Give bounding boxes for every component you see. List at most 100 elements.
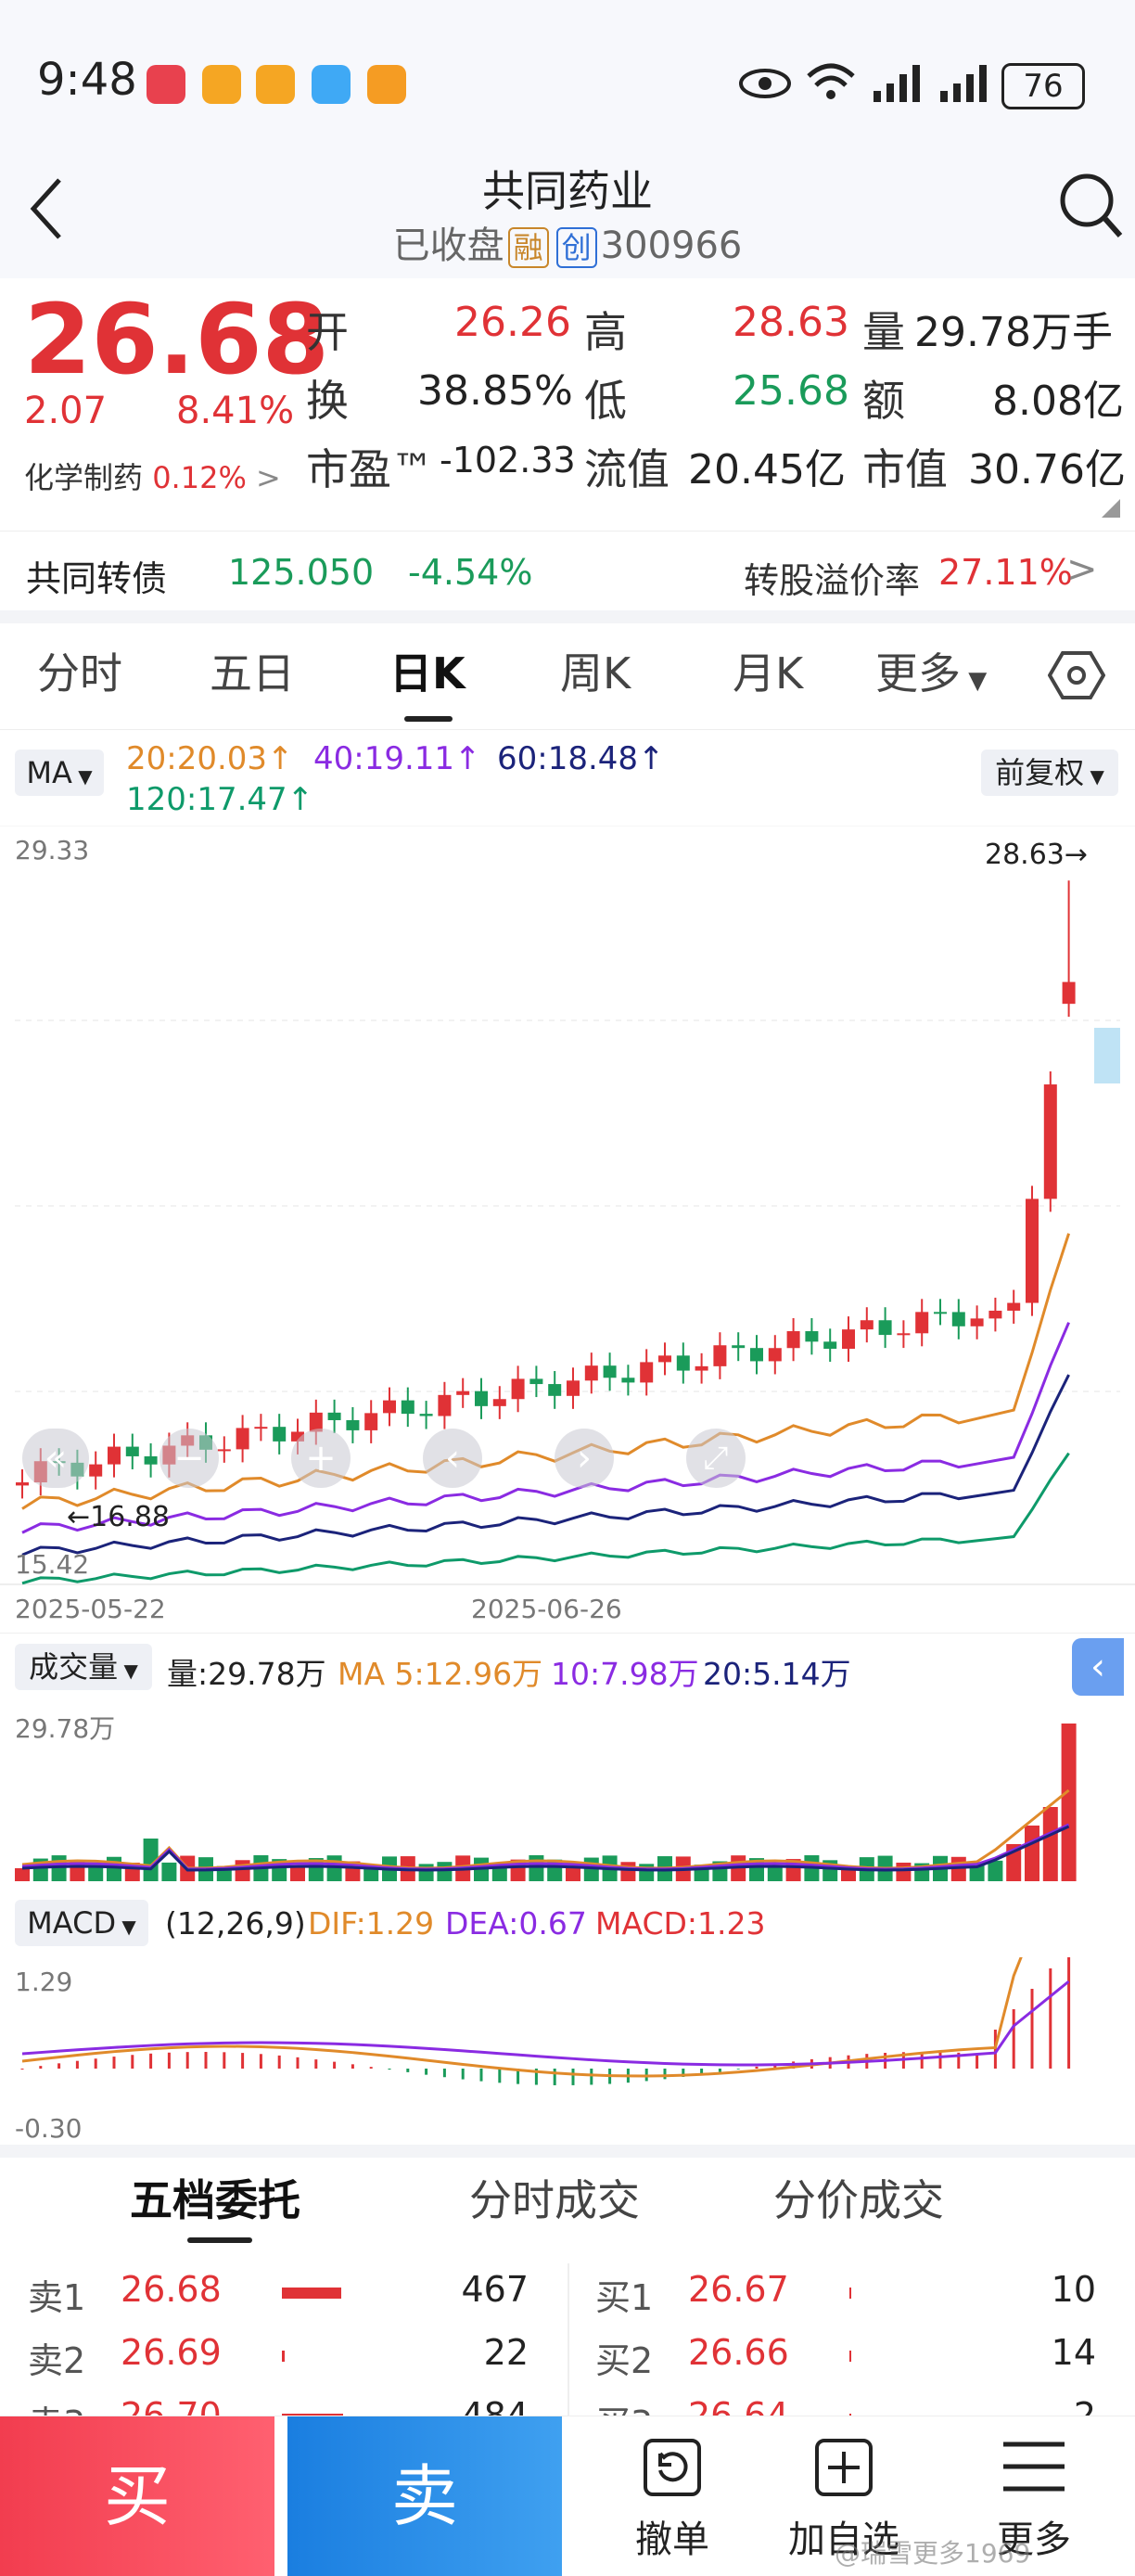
ma40-value: 40:19.11↑ [313,740,481,777]
ma120-value: 120:17.47↑ [126,781,314,818]
candle-body [529,1378,543,1385]
sell-depth-bar [282,2351,285,2362]
macd-bar [223,2052,226,2069]
macd-bar [663,2069,667,2080]
macd-bar [94,2058,97,2069]
tab-five-day[interactable]: 五日 [210,640,295,701]
search-icon[interactable] [1057,171,1124,241]
watermark: @瑞雪更多1969 [835,2538,1031,2569]
zoom-out-button[interactable]: − [159,1429,219,1488]
sector-pct: 0.12% [152,460,247,495]
divider [0,1633,1135,1634]
macd-bars [20,1957,1071,2085]
high-value: 28.63 [733,299,849,346]
volume-chart[interactable] [0,1707,1135,1883]
volume-selector-label: 成交量 [29,1649,119,1685]
volume-ma5-line [21,1788,1070,1870]
volume-bar [107,1856,121,1881]
adjust-label: 前复权 [995,755,1085,790]
open-value: 26.26 [454,299,571,346]
tab-daily-k[interactable]: 日K [389,640,465,701]
candle-body [768,1348,782,1362]
candle-body [383,1400,396,1414]
macd-selector[interactable]: MACD ▼ [15,1900,148,1946]
collapse-panel-button[interactable]: ‹ [1072,1638,1124,1696]
macd-bar [112,2057,116,2069]
tab-monthly-k[interactable]: 月K [733,640,803,701]
tab-intraday-trades[interactable]: 分时成交 [469,2167,640,2228]
volume-bar [290,1867,305,1881]
tab-intraday[interactable]: 分时 [37,640,122,701]
sell-button[interactable]: 卖 [287,2416,562,2576]
ma-selector[interactable]: MA ▼ [15,750,104,796]
macd-bar [333,2061,337,2069]
volume-total: 量:29.78万 [167,1656,326,1692]
candle-body [364,1413,378,1430]
macd-bar [204,2052,208,2069]
candle-body [419,1414,433,1416]
candle-body [970,1318,984,1326]
buy-level-price[interactable]: 26.66 [688,2332,789,2373]
candle-body [695,1365,708,1371]
tab-order-book[interactable]: 五档委托 [130,2167,300,2228]
macd-bar [571,2069,575,2085]
tab-weekly-k[interactable]: 周K [560,640,631,701]
sell-level-price[interactable]: 26.69 [121,2332,222,2373]
sell-level-price[interactable]: 26.68 [121,2269,222,2310]
zoom-in-button[interactable]: + [291,1429,351,1488]
tab-price-trades[interactable]: 分价成交 [773,2167,944,2228]
cancel-order-button[interactable]: 撤单 [612,2416,733,2576]
macd-bar [296,2057,300,2069]
current-price: 26.68 [24,283,329,396]
expand-corner-icon[interactable] [1102,499,1120,518]
adjust-selector[interactable]: 前复权 ▼ [981,750,1118,796]
candle-body [401,1400,414,1415]
huawei-app-icon [147,65,185,104]
candle-body [125,1446,139,1456]
candle-body [273,1427,287,1442]
ma-selector-label: MA [26,755,72,790]
scroll-left-button[interactable]: ‹ [423,1429,482,1488]
candle-body [217,1449,231,1452]
macd-dea: DEA:0.67 [445,1905,587,1942]
volume-bar [529,1855,544,1881]
tab-more[interactable]: 更多 ▼ [875,640,987,701]
volume-selector[interactable]: 成交量 ▼ [15,1644,152,1690]
buy-depth-bar [849,2288,851,2299]
signal-icon-2 [940,65,987,102]
convertible-bond-row[interactable]: 共同转债 125.050 -4.54% 转股溢价率 27.11% > [0,531,1135,611]
macd-bar [718,2069,721,2072]
volume-bar [15,1868,30,1881]
divider [0,729,1135,730]
top-nav: 共同药业 已收盘融创 300966 [0,158,1135,278]
scroll-left-fast-button[interactable]: « [22,1429,89,1488]
sell-level-label: 卖2 [28,2340,86,2381]
macd-bar [498,2069,502,2083]
fullscreen-button[interactable]: ⤢ [686,1429,746,1488]
plus-box-icon [815,2439,873,2496]
candle-body [438,1394,452,1416]
settings-hexagon-icon[interactable] [1048,649,1105,701]
macd-bar [755,2066,759,2069]
volume-bar [51,1855,67,1881]
ma40-line [21,1322,1070,1534]
candle-body [346,1419,360,1430]
book-tab-indicator [187,2237,252,2243]
bottom-action-bar: 买 卖 撤单 加自选 更多 @瑞雪更多1969 [0,2416,1135,2576]
open-label: 开 [306,307,349,357]
macd-chart[interactable] [0,1957,1135,2143]
high-price-marker: 28.63→ [985,839,1089,871]
eye-icon [739,69,791,98]
amount-label: 额 [862,376,905,426]
x-axis-date-start: 2025-05-22 [15,1594,166,1624]
current-price-marker [1094,1028,1120,1083]
buy-button[interactable]: 买 [0,2416,274,2576]
buy-level-price[interactable]: 26.67 [688,2269,789,2310]
scroll-right-button[interactable]: › [555,1429,614,1488]
sector-link[interactable]: 化学制药 0.12% > [24,455,281,497]
ma60-value: 60:18.48↑ [497,740,665,777]
macd-bar [39,2066,43,2069]
stock-name: 共同药业 [482,166,653,216]
candle-body [144,1455,158,1465]
macd-selector-label: MACD [27,1905,117,1941]
